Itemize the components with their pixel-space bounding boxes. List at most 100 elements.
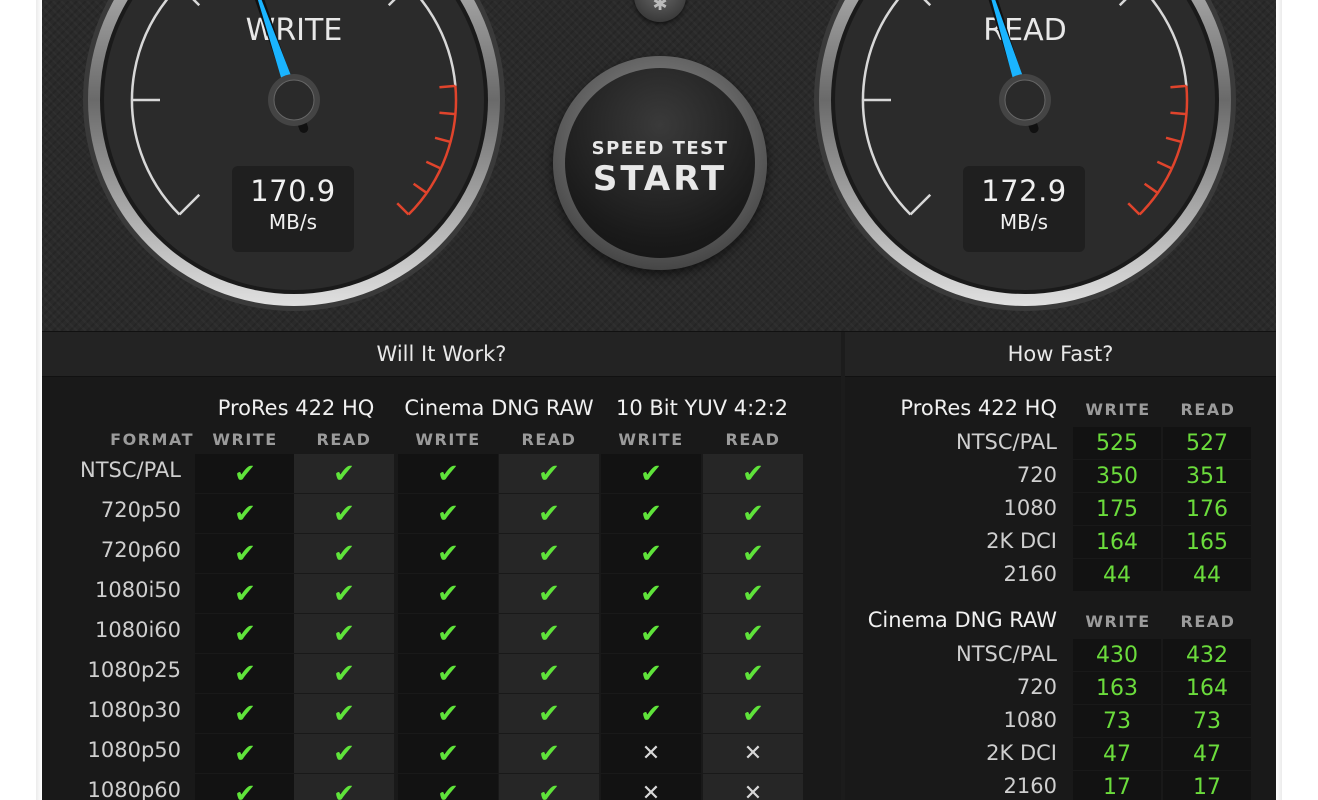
how-fast-col-write: WRITE [1085, 612, 1151, 631]
check-icon: ✔ [437, 738, 459, 769]
check-icon: ✔ [640, 618, 662, 649]
how-fast-row-format: 1080 [1003, 708, 1057, 732]
will-cell: ✔ [703, 694, 803, 733]
how-fast-cell: 351 [1163, 460, 1251, 492]
will-cell: ✔ [398, 494, 498, 533]
check-icon: ✔ [333, 658, 355, 689]
how-fast-cell: 44 [1163, 559, 1251, 591]
check-icon: ✔ [640, 538, 662, 569]
will-cell: ✔ [195, 494, 295, 533]
will-cell: ✔ [703, 654, 803, 693]
write-speed-value: 170.9 [250, 174, 336, 208]
will-cell: ✔ [703, 494, 803, 533]
how-fast-cell: 47 [1073, 738, 1161, 770]
how-fast-cell: 350 [1073, 460, 1161, 492]
write-speed-unit: MB/s [268, 210, 318, 234]
how-fast-row-format: NTSC/PAL [956, 430, 1057, 454]
how-fast-read-value: 17 [1193, 774, 1221, 800]
check-icon: ✔ [640, 458, 662, 489]
speed-test-start-button[interactable]: SPEED TEST START [553, 56, 767, 270]
cross-icon: ✕ [743, 780, 763, 800]
check-icon: ✔ [538, 738, 560, 769]
will-cell: ✔ [294, 454, 394, 493]
check-icon: ✔ [437, 498, 459, 529]
will-cell: ✔ [195, 454, 295, 493]
how-fast-read-value: 432 [1186, 642, 1228, 668]
how-fast-read-value: 165 [1186, 529, 1228, 555]
check-icon: ✔ [437, 578, 459, 609]
will-cell: ✔ [195, 614, 295, 653]
will-cell: ✔ [294, 734, 394, 773]
how-fast-title: How Fast? [845, 332, 1276, 377]
check-icon: ✔ [333, 618, 355, 649]
will-cell: ✔ [398, 454, 498, 493]
check-icon: ✔ [437, 778, 459, 800]
gauge-area: ✱ WRITE 170.9 MB/s READ 172.9 MB/s SPEED… [42, 0, 1276, 332]
check-icon: ✔ [234, 658, 256, 689]
will-cell: ✔ [398, 654, 498, 693]
will-cell: ✔ [499, 734, 599, 773]
will-cell: ✔ [703, 614, 803, 653]
check-icon: ✔ [538, 618, 560, 649]
will-cell: ✔ [398, 774, 498, 800]
check-icon: ✔ [234, 778, 256, 800]
will-cell: ✔ [398, 574, 498, 613]
will-cell: ✔ [601, 574, 701, 613]
will-cell: ✔ [499, 494, 599, 533]
will-row-format: 1080i50 [95, 578, 181, 602]
will-col-read: READ [725, 430, 781, 449]
how-fast-cell: 73 [1073, 705, 1161, 737]
will-cell: ✔ [601, 454, 701, 493]
format-column-header: FORMAT [110, 430, 194, 449]
will-cell: ✔ [601, 654, 701, 693]
app-window: ✱ WRITE 170.9 MB/s READ 172.9 MB/s SPEED… [42, 0, 1276, 800]
check-icon: ✔ [333, 778, 355, 800]
start-button-line2: START [592, 159, 728, 199]
will-cell: ✔ [195, 534, 295, 573]
will-row-format: 720p60 [100, 538, 181, 562]
gear-icon[interactable]: ✱ [634, 0, 686, 22]
check-icon: ✔ [234, 458, 256, 489]
how-fast-col-read: READ [1180, 400, 1236, 419]
will-col-read: READ [521, 430, 577, 449]
how-fast-write-value: 47 [1103, 741, 1131, 767]
check-icon: ✔ [234, 578, 256, 609]
how-fast-cell: 176 [1163, 493, 1251, 525]
will-row-format: 1080p50 [87, 738, 182, 762]
how-fast-cell: 165 [1163, 526, 1251, 558]
cross-icon: ✕ [743, 740, 763, 766]
how-fast-cell: 17 [1163, 771, 1251, 800]
will-it-work-title: Will It Work? [42, 332, 841, 377]
will-row-format: 1080i60 [95, 618, 181, 642]
check-icon: ✔ [742, 618, 764, 649]
read-readout: 172.9 MB/s [963, 166, 1085, 252]
will-cell: ✔ [398, 614, 498, 653]
how-fast-read-value: 164 [1186, 675, 1228, 701]
how-fast-row-format: 720 [1016, 463, 1057, 487]
how-fast-read-value: 351 [1186, 463, 1228, 489]
how-fast-write-value: 164 [1096, 529, 1138, 555]
how-fast-write-value: 73 [1103, 708, 1131, 734]
how-fast-cell: 44 [1073, 559, 1161, 591]
how-fast-cell: 175 [1073, 493, 1161, 525]
will-col-write: WRITE [618, 430, 684, 449]
check-icon: ✔ [640, 498, 662, 529]
check-icon: ✔ [333, 698, 355, 729]
how-fast-cell: 163 [1073, 672, 1161, 704]
start-button-face[interactable]: SPEED TEST START [565, 68, 755, 258]
how-fast-row-format: 2K DCI [986, 741, 1057, 765]
will-cell: ✔ [294, 774, 394, 800]
read-gauge: READ [814, 0, 1236, 311]
will-cell: ✔ [601, 494, 701, 533]
how-fast-read-value: 47 [1193, 741, 1221, 767]
check-icon: ✔ [234, 618, 256, 649]
how-fast-row-format: NTSC/PAL [956, 642, 1057, 666]
will-group-title: Cinema DNG RAW [404, 396, 594, 420]
will-col-write: WRITE [212, 430, 278, 449]
will-row-format: NTSC/PAL [80, 458, 181, 482]
will-group-title: ProRes 422 HQ [217, 396, 375, 420]
will-cell: ✔ [294, 574, 394, 613]
will-row-format: 1080p25 [87, 658, 182, 682]
how-fast-cell: 525 [1073, 427, 1161, 459]
will-cell: ✔ [398, 534, 498, 573]
